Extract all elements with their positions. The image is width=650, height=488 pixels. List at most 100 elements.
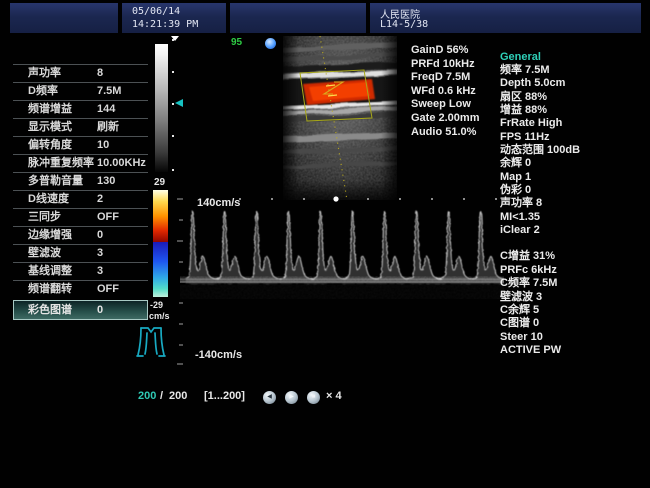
info-panel: General 频率 7.5M Depth 5.0cm 扇区 88% 增益 88… bbox=[500, 50, 580, 357]
param-value: 8 bbox=[97, 65, 103, 81]
info-line: C频率 7.5M bbox=[500, 277, 580, 290]
param-value: 3 bbox=[97, 263, 103, 279]
info-line: Steer 10 bbox=[500, 331, 580, 344]
overlay-line: WFd 0.6 kHz bbox=[411, 85, 479, 99]
param-label: D线速度 bbox=[28, 191, 69, 207]
param-value: 130 bbox=[97, 173, 115, 189]
param-value: OFF bbox=[97, 209, 119, 225]
param-row[interactable]: 声功率 8 bbox=[13, 64, 148, 82]
spectral-doppler-trace bbox=[174, 196, 504, 371]
header-box-datetime: 05/06/14 14:21:39 PM bbox=[122, 3, 226, 33]
color-bar-negative bbox=[153, 242, 168, 297]
info-line: 增益 88% bbox=[500, 104, 580, 117]
param-value: OFF bbox=[97, 281, 119, 297]
param-row[interactable]: 频谱翻转 OFF bbox=[13, 280, 148, 298]
param-label: 声功率 bbox=[28, 65, 61, 81]
param-label: 显示模式 bbox=[28, 119, 72, 135]
param-row[interactable]: 边缘增强 0 bbox=[13, 226, 148, 244]
header-box-hospital: 人民医院 L14-5/38 bbox=[370, 3, 641, 33]
grayscale-bar bbox=[155, 44, 168, 172]
scale-dot bbox=[172, 135, 174, 137]
info-line: FPS 11Hz bbox=[500, 131, 580, 144]
header-date: 05/06/14 bbox=[132, 6, 180, 17]
param-value: 10.00KHz bbox=[97, 155, 146, 171]
cine-total-frames: 200 bbox=[169, 390, 187, 402]
param-row[interactable]: 显示模式 刷新 bbox=[13, 118, 148, 136]
info-line: ACTIVE PW bbox=[500, 344, 580, 357]
body-marker-icon bbox=[136, 325, 166, 359]
info-line: FrRate High bbox=[500, 117, 580, 130]
info-line: 动态范围 100dB bbox=[500, 144, 580, 157]
color-scale-min: -29 bbox=[150, 300, 163, 310]
scale-dot bbox=[172, 169, 174, 171]
param-label: 彩色图谱 bbox=[28, 301, 72, 319]
info-line: 余辉 0 bbox=[500, 157, 580, 170]
param-label: 三同步 bbox=[28, 209, 61, 225]
param-value: 3 bbox=[97, 245, 103, 261]
cine-current-frame: 200 bbox=[138, 390, 156, 402]
param-value: 7.5M bbox=[97, 83, 121, 99]
param-row[interactable]: D频率7.5M bbox=[13, 82, 148, 100]
pw-overlay-params: GainD 56% PRFd 10kHz FreqD 7.5M WFd 0.6 … bbox=[411, 44, 479, 139]
scale-dot bbox=[172, 103, 174, 105]
cine-play-button[interactable]: ▶ bbox=[285, 391, 298, 404]
info-line: MI<1.35 bbox=[500, 211, 580, 224]
param-row[interactable]: 脉冲重复频率10.00KHz bbox=[13, 154, 148, 172]
scale-dot bbox=[172, 71, 174, 73]
overlay-line: Sweep Low bbox=[411, 98, 479, 112]
param-label: 频谱翻转 bbox=[28, 281, 72, 297]
parameter-panel: 声功率 8 D频率7.5M 频谱增益144 显示模式 刷新 偏转角度 10 脉冲重复频… bbox=[13, 64, 148, 320]
param-row[interactable]: 三同步 OFF bbox=[13, 208, 148, 226]
velocity-min-label: -140cm/s bbox=[195, 349, 242, 361]
info-line: C余辉 5 bbox=[500, 304, 580, 317]
overlay-line: Gate 2.00mm bbox=[411, 112, 479, 126]
gain-badge: 95 bbox=[231, 37, 242, 48]
cine-range: [1...200] bbox=[204, 390, 245, 402]
color-bar-positive bbox=[153, 190, 168, 242]
cine-stop-button[interactable]: ■ bbox=[307, 391, 320, 404]
info-line: 伪彩 0 bbox=[500, 184, 580, 197]
info-line: 声功率 8 bbox=[500, 197, 580, 210]
param-row[interactable]: D线速度 2 bbox=[13, 190, 148, 208]
overlay-line: PRFd 10kHz bbox=[411, 58, 479, 72]
param-value: 0 bbox=[97, 301, 103, 319]
param-label: 偏转角度 bbox=[28, 137, 72, 153]
info-line: 壁滤波 3 bbox=[500, 291, 580, 304]
param-value: 0 bbox=[97, 227, 103, 243]
param-value: 2 bbox=[97, 191, 103, 207]
cine-separator: / bbox=[160, 390, 163, 402]
status-indicator-dot bbox=[265, 38, 276, 49]
color-scale-max: 29 bbox=[154, 177, 165, 188]
header-box-patient bbox=[230, 3, 366, 33]
focus-marker-icon[interactable] bbox=[175, 99, 184, 108]
velocity-max-label: 140cm/s bbox=[197, 197, 240, 209]
param-label: 壁滤波 bbox=[28, 245, 61, 261]
probe-model: L14-5/38 bbox=[380, 19, 428, 30]
param-row[interactable]: 频谱增益144 bbox=[13, 100, 148, 118]
b-mode-image[interactable] bbox=[283, 36, 397, 200]
param-label: 基线调整 bbox=[28, 263, 72, 279]
param-row[interactable]: 壁滤波 3 bbox=[13, 244, 148, 262]
info-line: C图谱 0 bbox=[500, 317, 580, 330]
info-line: iClear 2 bbox=[500, 224, 580, 237]
header-time: 14:21:39 PM bbox=[132, 19, 198, 30]
param-label: 频谱增益 bbox=[28, 101, 72, 117]
param-label: 多普勒音量 bbox=[28, 173, 83, 189]
param-row[interactable]: 多普勒音量 130 bbox=[13, 172, 148, 190]
info-line: Map 1 bbox=[500, 171, 580, 184]
param-label: 边缘增强 bbox=[28, 227, 72, 243]
param-row[interactable]: 偏转角度 10 bbox=[13, 136, 148, 154]
cine-prev-button[interactable]: ◀ bbox=[263, 391, 276, 404]
overlay-line: GainD 56% bbox=[411, 44, 479, 58]
param-value: 10 bbox=[97, 137, 109, 153]
param-row-active[interactable]: 彩色图谱 0 bbox=[13, 300, 148, 320]
info-section-title: General bbox=[500, 50, 580, 64]
param-value: 刷新 bbox=[97, 119, 119, 135]
overlay-line: FreqD 7.5M bbox=[411, 71, 479, 85]
info-line: C增益 31% bbox=[500, 250, 580, 263]
info-line: 频率 7.5M bbox=[500, 64, 580, 77]
info-line: 扇区 88% bbox=[500, 91, 580, 104]
param-row[interactable]: 基线调整 3 bbox=[13, 262, 148, 280]
color-scale-unit: cm/s bbox=[149, 311, 170, 321]
overlay-line: Audio 51.0% bbox=[411, 126, 479, 140]
